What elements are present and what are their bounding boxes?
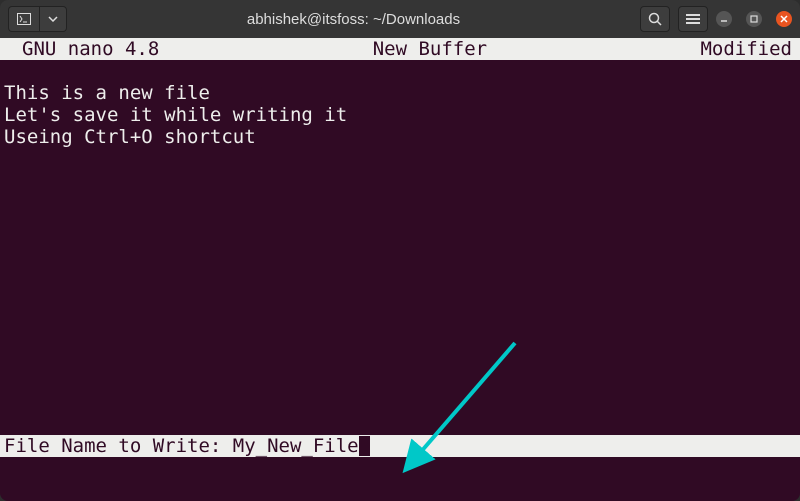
editor-line: This is a new file — [4, 82, 210, 104]
new-tab-dropdown[interactable] — [39, 6, 67, 32]
nano-status: Modified — [700, 38, 796, 60]
close-icon — [779, 14, 789, 24]
maximize-icon — [749, 14, 759, 24]
new-tab-button[interactable] — [8, 6, 39, 32]
filename-prompt[interactable]: File Name to Write: My_New_File — [0, 435, 800, 457]
nano-buffer-name: New Buffer — [159, 38, 700, 60]
new-tab-split — [8, 6, 67, 32]
terminal-icon — [17, 13, 31, 25]
editor-line: Let's save it while writing it — [4, 104, 347, 126]
nano-header: GNU nano 4.8 New Buffer Modified — [0, 38, 800, 60]
editor-line: Useing Ctrl+O shortcut — [4, 126, 256, 148]
editor-content[interactable]: This is a new file Let's save it while w… — [0, 60, 800, 170]
chevron-down-icon — [48, 16, 58, 22]
search-button[interactable] — [640, 6, 670, 32]
maximize-button[interactable] — [746, 11, 762, 27]
nano-version: GNU nano 4.8 — [4, 38, 159, 60]
menu-button[interactable] — [678, 6, 708, 32]
minimize-icon — [719, 14, 729, 24]
titlebar: abhishek@itsfoss: ~/Downloads — [0, 0, 800, 38]
close-button[interactable] — [776, 11, 792, 27]
prompt-label: File Name to Write: — [4, 435, 233, 457]
hamburger-icon — [686, 12, 700, 26]
minimize-button[interactable] — [716, 11, 732, 27]
nano-shortcuts: ^G Get Help M-D DOS FormatM-A Append M-B… — [0, 457, 800, 501]
terminal-body[interactable]: GNU nano 4.8 New Buffer Modified This is… — [0, 38, 800, 501]
search-icon — [648, 12, 662, 26]
prompt-value: My_New_File — [233, 435, 359, 457]
text-cursor — [359, 436, 370, 456]
terminal-window: abhishek@itsfoss: ~/Downloads GNU nano 4… — [0, 0, 800, 501]
window-controls — [716, 11, 792, 27]
window-title: abhishek@itsfoss: ~/Downloads — [75, 11, 632, 28]
